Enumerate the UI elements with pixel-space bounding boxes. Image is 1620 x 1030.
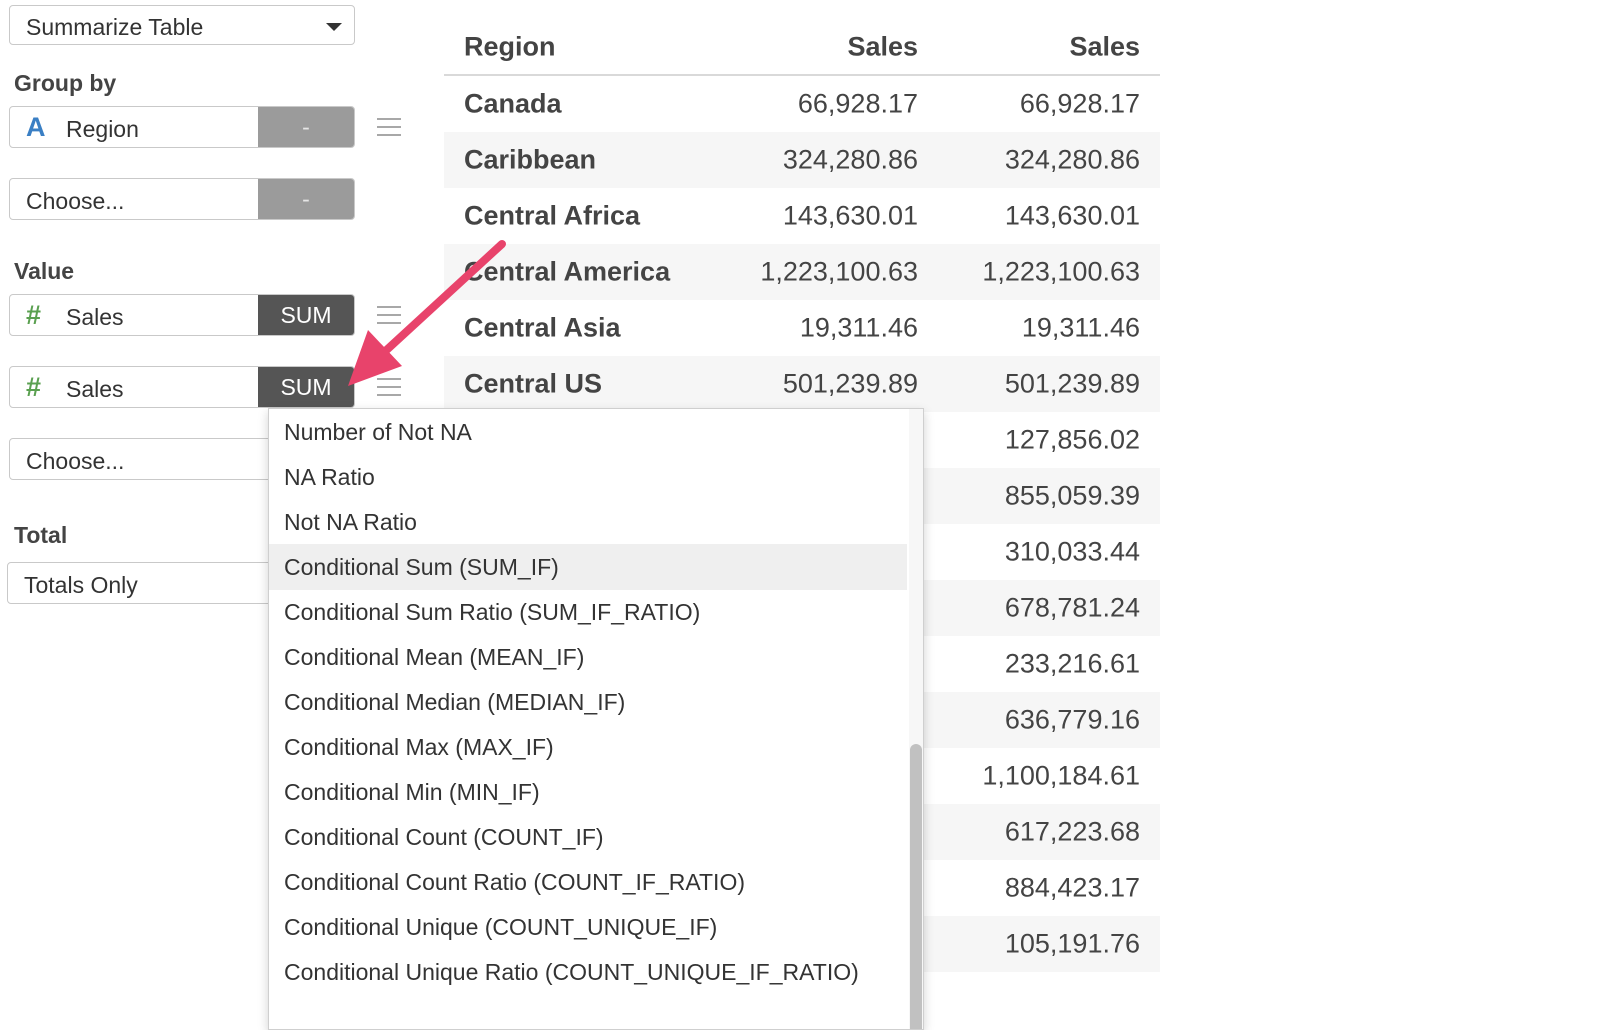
- dropdown-item[interactable]: Conditional Unique (COUNT_UNIQUE_IF): [269, 904, 907, 950]
- aggregation-dropdown-menu[interactable]: Number of Not NA NA Ratio Not NA Ratio Cond…: [268, 408, 924, 1030]
- numeric-type-icon: #: [26, 372, 42, 402]
- dropdown-item[interactable]: Conditional Count Ratio (COUNT_IF_RATIO): [269, 859, 907, 905]
- dropdown-item[interactable]: Conditional Count (COUNT_IF): [269, 814, 907, 860]
- sales-cell: 678,781.24: [1004, 592, 1140, 623]
- column-header-region[interactable]: Region: [464, 32, 556, 63]
- sales-cell: 1,223,100.63: [982, 256, 1140, 287]
- table-row: Canada 66,928.17 66,928.17: [444, 76, 1160, 132]
- column-header-sales[interactable]: Sales: [1069, 32, 1140, 63]
- sales-cell: 66,928.17: [1019, 88, 1140, 119]
- sales-cell: 617,223.68: [1004, 816, 1140, 847]
- sales-cell: 1,100,184.61: [982, 760, 1140, 791]
- sales-cell: 143,630.01: [782, 200, 918, 231]
- group-by-field-region[interactable]: A Region -: [9, 106, 355, 148]
- table-row: Central Africa 143,630.01 143,630.01: [444, 188, 1160, 244]
- group-by-field-choose[interactable]: Choose... -: [9, 178, 355, 220]
- table-row: Central US 501,239.89 501,239.89: [444, 356, 1160, 412]
- dropdown-item[interactable]: Conditional Min (MIN_IF): [269, 769, 907, 815]
- region-cell: Canada: [464, 88, 562, 119]
- sales-cell: 501,239.89: [1004, 368, 1140, 399]
- sales-cell: 636,779.16: [1004, 704, 1140, 735]
- dropdown-item[interactable]: Conditional Sum Ratio (SUM_IF_RATIO): [269, 589, 907, 635]
- column-header-sales[interactable]: Sales: [847, 32, 918, 63]
- summarize-table-select-value: Summarize Table: [26, 14, 204, 40]
- sales-cell: 1,223,100.63: [760, 256, 918, 287]
- chevron-down-icon: [326, 23, 342, 31]
- table-row: Central America 1,223,100.63 1,223,100.63: [444, 244, 1160, 300]
- dropdown-item[interactable]: Conditional Sum (SUM_IF): [269, 544, 907, 590]
- sales-cell: 233,216.61: [1004, 648, 1140, 679]
- sales-cell: 19,311.46: [799, 312, 918, 343]
- dropdown-item[interactable]: Number of Not NA: [269, 409, 907, 455]
- dropdown-item[interactable]: Not NA Ratio: [269, 499, 907, 545]
- remove-group-button[interactable]: -: [258, 179, 354, 219]
- table-row: Caribbean 324,280.86 324,280.86: [444, 132, 1160, 188]
- dropdown-item[interactable]: Conditional Median (MEDIAN_IF): [269, 679, 907, 725]
- dropdown-item[interactable]: Conditional Unique Ratio (COUNT_UNIQUE_I…: [269, 949, 907, 995]
- value-label: Value: [14, 258, 75, 284]
- sales-cell: 310,033.44: [1004, 536, 1140, 567]
- sales-cell: 324,280.86: [782, 144, 918, 175]
- sales-cell: 855,059.39: [1004, 480, 1140, 511]
- value-field-sales-1[interactable]: # Sales SUM: [9, 294, 355, 336]
- value-field-choose[interactable]: Choose...: [9, 438, 289, 480]
- dropdown-scrollbar[interactable]: [909, 409, 923, 1029]
- total-label: Total: [14, 522, 68, 548]
- dropdown-item[interactable]: NA Ratio: [269, 454, 907, 500]
- value-field-name: Sales: [66, 304, 124, 330]
- sales-cell: 324,280.86: [1004, 144, 1140, 175]
- remove-group-button[interactable]: -: [258, 107, 354, 147]
- numeric-type-icon: #: [26, 300, 42, 330]
- sales-cell: 19,311.46: [1021, 312, 1140, 343]
- sales-cell: 884,423.17: [1004, 872, 1140, 903]
- drag-handle-icon[interactable]: [377, 117, 401, 137]
- annotation-arrow-shaft: [376, 240, 506, 360]
- value-choose-placeholder: Choose...: [26, 448, 125, 474]
- sales-cell: 501,239.89: [782, 368, 918, 399]
- group-by-label: Group by: [14, 70, 117, 96]
- total-select[interactable]: Totals Only: [7, 562, 289, 604]
- group-by-choose-placeholder: Choose...: [26, 188, 125, 214]
- sales-cell: 127,856.02: [1004, 424, 1140, 455]
- summarize-table-select[interactable]: Summarize Table: [9, 5, 355, 45]
- string-type-icon: A: [26, 112, 46, 142]
- region-cell: Caribbean: [464, 144, 597, 175]
- value-field-sales-2[interactable]: # Sales SUM: [9, 366, 355, 408]
- sales-cell: 105,191.76: [1004, 928, 1140, 959]
- table-row: Central Asia 19,311.46 19,311.46: [444, 300, 1160, 356]
- value-field-name: Sales: [66, 376, 124, 402]
- dropdown-scrollbar-thumb[interactable]: [910, 744, 922, 1029]
- sales-cell: 143,630.01: [1004, 200, 1140, 231]
- region-cell: Central Africa: [464, 200, 641, 231]
- dropdown-item[interactable]: Conditional Max (MAX_IF): [269, 724, 907, 770]
- sales-cell: 66,928.17: [797, 88, 918, 119]
- dropdown-item[interactable]: Conditional Mean (MEAN_IF): [269, 634, 907, 680]
- table-header: Region Sales Sales: [444, 20, 1160, 76]
- total-select-value: Totals Only: [24, 572, 138, 598]
- group-by-field-name: Region: [66, 116, 139, 142]
- annotation-arrow-icon: [348, 240, 506, 386]
